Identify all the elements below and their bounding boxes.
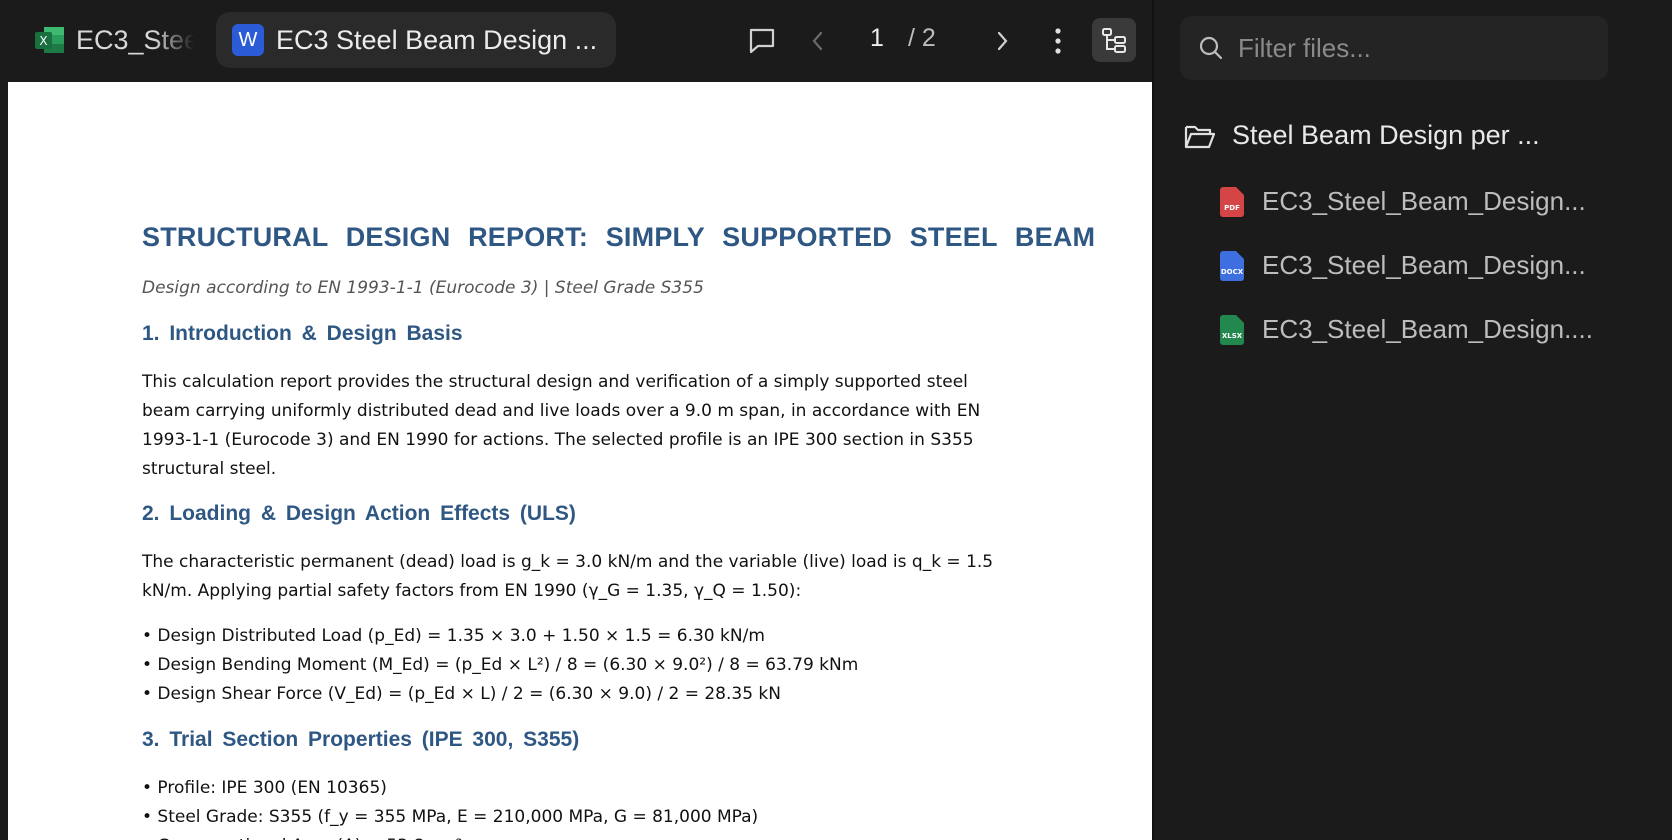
chevron-left-icon bbox=[812, 31, 823, 51]
page-total: / 2 bbox=[908, 24, 936, 52]
search-icon bbox=[1199, 36, 1223, 60]
chevron-right-icon bbox=[997, 31, 1008, 51]
file-label: EC3_Steel_Beam_Design... bbox=[1262, 186, 1586, 216]
svg-text:X: X bbox=[39, 34, 47, 48]
list-item: • Design Shear Force (V_Ed) = (p_Ed × L)… bbox=[142, 684, 781, 704]
toggle-file-tree-button[interactable] bbox=[1092, 18, 1136, 62]
comment-icon bbox=[749, 28, 775, 54]
section-properties-list: • Profile: IPE 300 (EN 10365) • Steel Gr… bbox=[142, 774, 758, 840]
file-item-pdf[interactable]: PDF EC3_Steel_Beam_Design... bbox=[1220, 186, 1586, 217]
file-sidebar: Filter files... Steel Beam Design per ..… bbox=[1154, 0, 1672, 840]
file-label: EC3_Steel_Beam_Design.... bbox=[1262, 314, 1593, 344]
tab-label: EC3 Steel Beam Design ... bbox=[276, 24, 598, 55]
section-heading-introduction: 1. Introduction & Design Basis bbox=[142, 322, 463, 345]
list-item: • Design Bending Moment (M_Ed) = (p_Ed ×… bbox=[142, 655, 859, 675]
folder-label: Steel Beam Design per ... bbox=[1232, 120, 1540, 150]
pdf-file-icon: PDF bbox=[1220, 186, 1244, 217]
more-options-button[interactable] bbox=[1046, 22, 1070, 60]
excel-icon: X bbox=[34, 25, 66, 55]
folder-item[interactable]: Steel Beam Design per ... bbox=[1184, 120, 1540, 151]
tab-label: EC3_Stee bbox=[76, 24, 194, 55]
list-item: • Design Distributed Load (p_Ed) = 1.35 … bbox=[142, 626, 765, 646]
tab-bar: X EC3_Stee W EC3 Steel Beam Design ... 1… bbox=[0, 0, 1152, 82]
more-vertical-icon bbox=[1055, 28, 1061, 54]
document-subtitle: Design according to EN 1993-1-1 (Eurocod… bbox=[142, 278, 704, 298]
folder-open-icon bbox=[1184, 125, 1216, 148]
list-item: • Steel Grade: S355 (f_y = 355 MPa, E = … bbox=[142, 807, 759, 827]
loading-bullet-list: • Design Distributed Load (p_Ed) = 1.35 … bbox=[142, 622, 858, 709]
file-item-xlsx[interactable]: XLSX EC3_Steel_Beam_Design.... bbox=[1220, 314, 1593, 345]
comment-button[interactable] bbox=[744, 22, 780, 60]
filter-placeholder: Filter files... bbox=[1238, 32, 1371, 63]
file-label: EC3_Steel_Beam_Design... bbox=[1262, 250, 1586, 280]
file-tree-icon bbox=[1102, 28, 1126, 53]
docx-file-icon: DOCX bbox=[1220, 250, 1244, 281]
next-page-button[interactable] bbox=[990, 22, 1014, 60]
page-current[interactable]: 1 bbox=[862, 24, 892, 53]
list-item: • Cross-sectional Area (A) = 53.8 cm² bbox=[142, 832, 758, 840]
list-item: • Profile: IPE 300 (EN 10365) bbox=[142, 778, 387, 798]
section-paragraph-introduction: This calculation report provides the str… bbox=[142, 372, 981, 479]
tab-excel-file[interactable]: X EC3_Stee bbox=[34, 20, 194, 60]
tab-word-file[interactable]: W EC3 Steel Beam Design ... bbox=[216, 12, 616, 68]
section-heading-loading: 2. Loading & Design Action Effects (ULS) bbox=[142, 502, 576, 525]
filter-files-input[interactable]: Filter files... bbox=[1180, 16, 1608, 80]
file-item-docx[interactable]: DOCX EC3_Steel_Beam_Design... bbox=[1220, 250, 1586, 281]
section-paragraph-loading: The characteristic permanent (dead) load… bbox=[142, 552, 994, 601]
word-icon: W bbox=[232, 24, 264, 56]
document-title: STRUCTURAL DESIGN REPORT: SIMPLY SUPPORT… bbox=[142, 222, 1096, 252]
section-heading-trial-section: 3. Trial Section Properties (IPE 300, S3… bbox=[142, 728, 580, 751]
xlsx-file-icon: XLSX bbox=[1220, 314, 1244, 345]
prev-page-button[interactable] bbox=[806, 22, 830, 60]
document-page: STRUCTURAL DESIGN REPORT: SIMPLY SUPPORT… bbox=[8, 82, 1152, 840]
